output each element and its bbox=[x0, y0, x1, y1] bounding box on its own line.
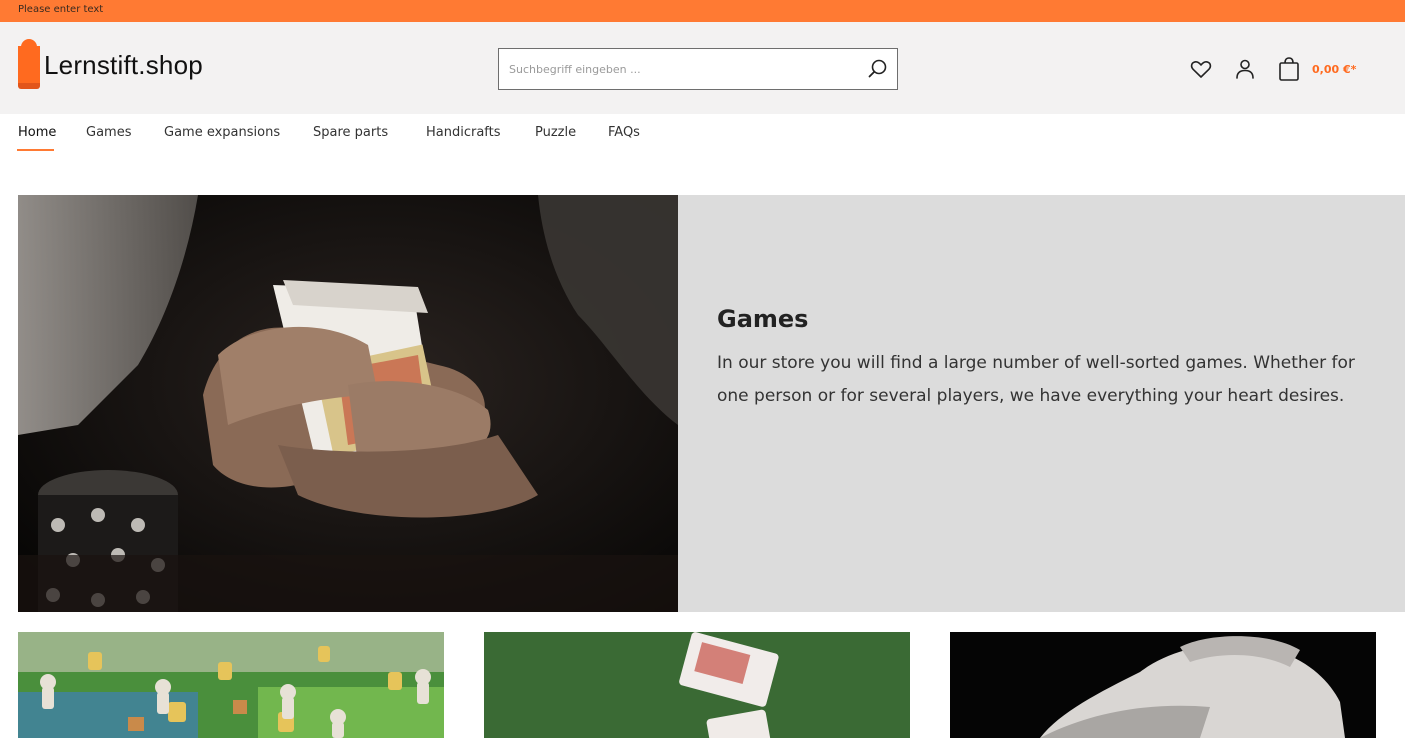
search-form bbox=[498, 48, 898, 90]
logo-text: Lernstift.shop bbox=[44, 49, 203, 80]
nav-item-handicrafts[interactable]: Handicrafts bbox=[426, 125, 501, 140]
top-bar-text: Please enter text bbox=[18, 4, 104, 15]
hero-banner: Games In our store you will find a large… bbox=[18, 195, 1405, 612]
hero-image-card-shuffling bbox=[18, 195, 678, 612]
category-tile-board-game[interactable] bbox=[18, 632, 444, 738]
header: Lernstift.shop Suchbegriff eingeben ... … bbox=[0, 22, 1405, 114]
hero-description: In our store you will find a large numbe… bbox=[717, 353, 1355, 406]
user-icon[interactable] bbox=[1232, 56, 1258, 82]
category-tile-cards[interactable] bbox=[484, 632, 910, 738]
nav-item-game-expansions[interactable]: Game expansions bbox=[164, 125, 280, 140]
category-tile-bag[interactable] bbox=[950, 632, 1376, 738]
bag-icon bbox=[1276, 56, 1302, 82]
search-icon[interactable] bbox=[867, 58, 889, 80]
cart-button[interactable]: 0,00 €* bbox=[1276, 56, 1356, 82]
nav-item-games[interactable]: Games bbox=[86, 125, 131, 140]
search-input[interactable] bbox=[499, 49, 849, 89]
heart-icon[interactable] bbox=[1188, 56, 1214, 82]
cart-total: 0,00 €* bbox=[1312, 62, 1357, 76]
pencil-logo-icon bbox=[18, 39, 40, 91]
hero-title: Games bbox=[717, 305, 809, 333]
nav-item-faqs[interactable]: FAQs bbox=[608, 125, 640, 140]
nav-item-home[interactable]: Home bbox=[18, 125, 56, 140]
logo[interactable]: Lernstift.shop bbox=[18, 39, 203, 91]
nav-item-spare-parts[interactable]: Spare parts bbox=[313, 125, 388, 140]
nav-item-puzzle[interactable]: Puzzle bbox=[535, 125, 576, 140]
top-bar: Please enter text bbox=[0, 0, 1405, 22]
main-navigation: Home Games Game expansions Spare parts H… bbox=[0, 114, 1405, 158]
hero-text-block: Games In our store you will find a large… bbox=[717, 305, 1357, 413]
header-actions: 0,00 €* bbox=[1188, 54, 1356, 84]
nav-active-indicator bbox=[17, 149, 54, 151]
